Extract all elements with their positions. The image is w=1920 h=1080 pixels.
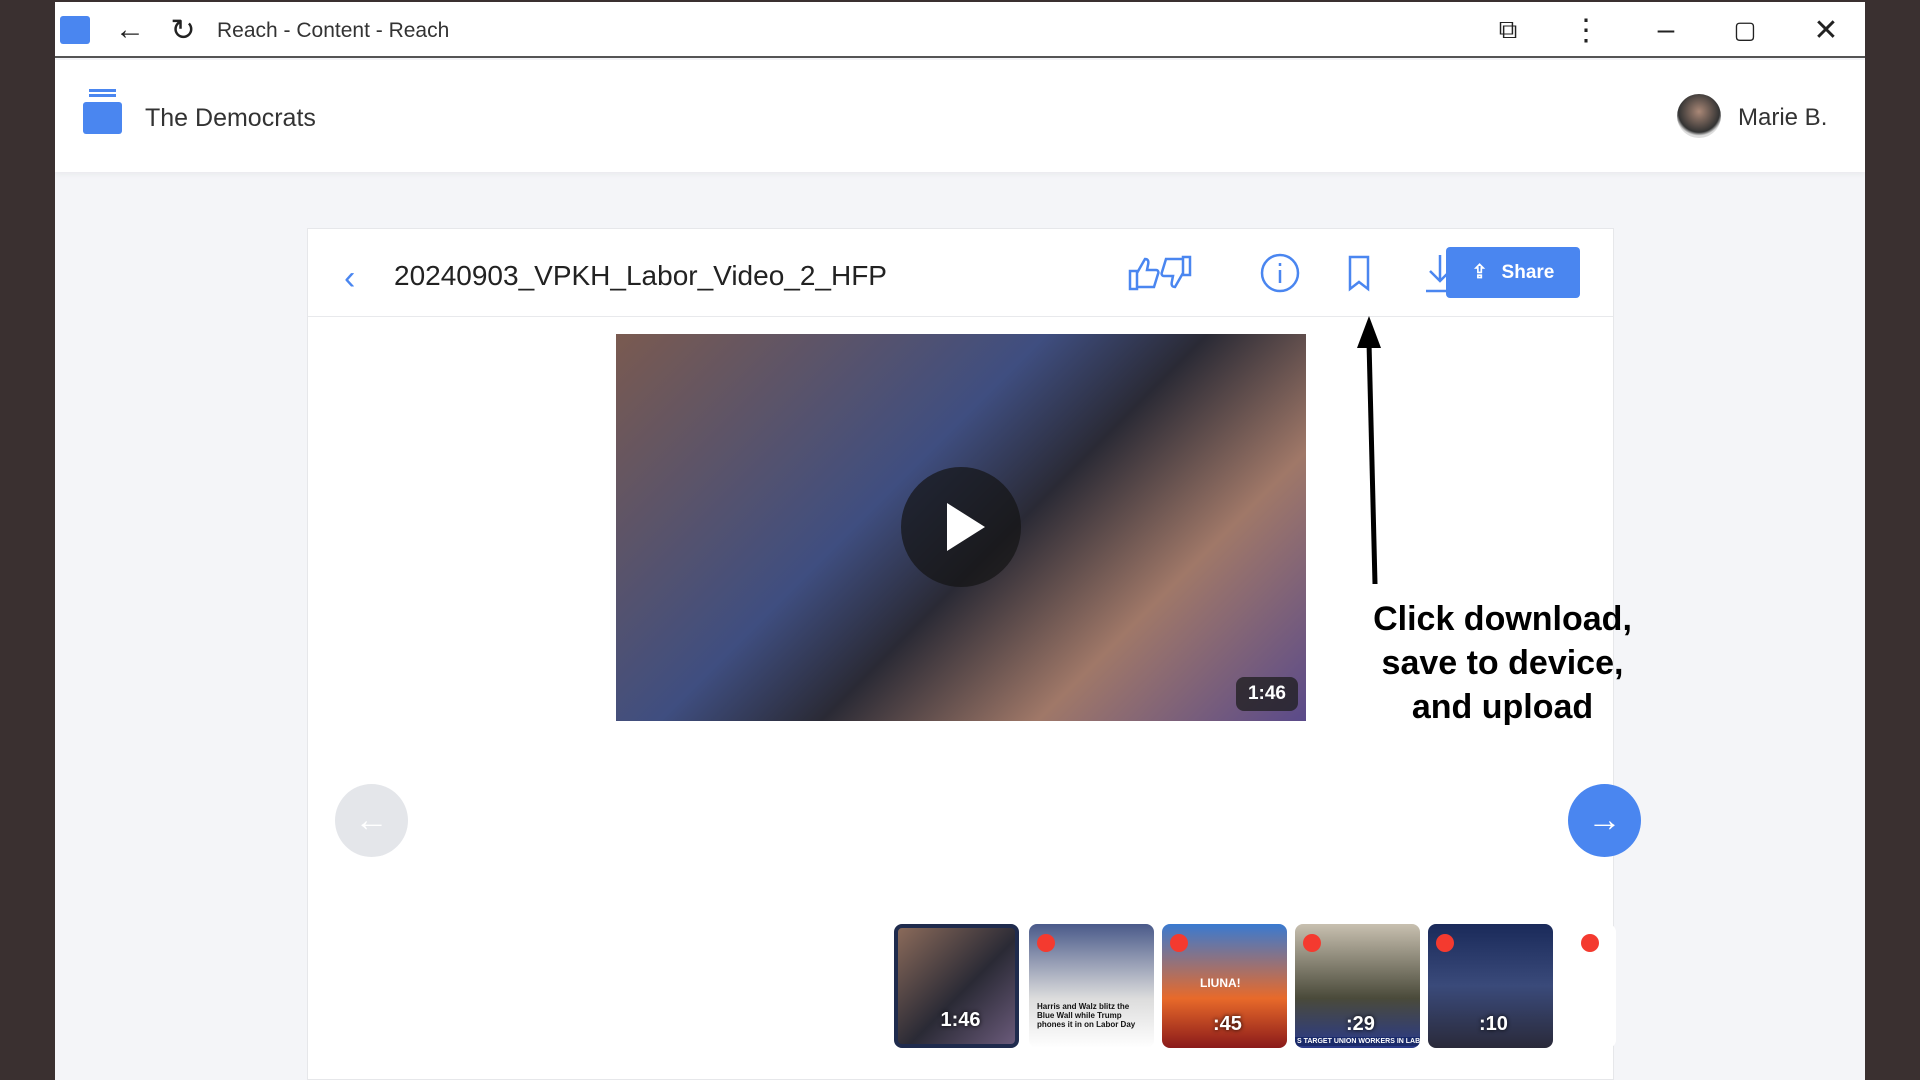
more-vert-icon[interactable]: ⋮ <box>1568 12 1604 48</box>
divider <box>308 316 1613 317</box>
browser-window: ← ↻ Reach - Content - Reach ⧉ ⋮ – ▢ ✕ Th… <box>55 2 1865 1080</box>
file-title: 20240903_VPKH_Labor_Video_2_HFP <box>394 260 887 291</box>
close-icon[interactable]: ✕ <box>1808 12 1844 48</box>
live-dot-icon <box>1436 934 1454 952</box>
share-label: Share <box>1501 261 1555 283</box>
maximize-icon[interactable]: ▢ <box>1727 12 1763 48</box>
chevron-left-icon[interactable]: ‹ <box>344 259 355 298</box>
thumbnail-caption: S TARGET UNION WORKERS IN LABOR DA <box>1295 1037 1420 1046</box>
thumbnail[interactable]: :29S TARGET UNION WORKERS IN LABOR DA <box>1295 924 1420 1048</box>
back-arrow-icon[interactable]: ← <box>112 12 148 48</box>
thumbnail[interactable]: Harris and Walz blitz the Blue Wall whil… <box>1029 924 1154 1048</box>
avatar[interactable] <box>1677 94 1721 138</box>
minimize-icon[interactable]: – <box>1648 12 1684 48</box>
thumbnail-caption: LIUNA! <box>1200 976 1241 990</box>
live-dot-icon <box>1303 934 1321 952</box>
app-icon <box>60 16 90 44</box>
play-icon[interactable] <box>901 467 1021 587</box>
thumbs-up-down-icon[interactable] <box>1126 251 1194 295</box>
user-name[interactable]: Marie B. <box>1738 104 1827 132</box>
annotation-text: Click download, save to device, and uplo… <box>1373 600 1632 726</box>
reload-icon[interactable]: ↻ <box>165 12 201 48</box>
video-player[interactable]: 1:46 <box>616 334 1306 721</box>
info-icon[interactable] <box>1258 251 1302 295</box>
app-header: The Democrats Marie B. <box>55 60 1865 172</box>
thumbnail[interactable] <box>1561 924 1616 1048</box>
live-dot-icon <box>1037 934 1055 952</box>
org-logo-icon <box>83 94 122 134</box>
extensions-icon[interactable]: ⧉ <box>1490 12 1526 48</box>
title-bar: ← ↻ Reach - Content - Reach ⧉ ⋮ – ▢ ✕ <box>55 2 1865 58</box>
org-name[interactable]: The Democrats <box>145 104 316 133</box>
video-duration: 1:46 <box>1235 677 1298 711</box>
previous-button[interactable]: ← <box>335 784 408 857</box>
live-dot-icon <box>1170 934 1188 952</box>
next-button[interactable]: → <box>1568 784 1641 857</box>
share-button[interactable]: ⇪ Share <box>1446 247 1580 298</box>
live-dot-icon <box>1581 934 1599 952</box>
bookmark-icon[interactable] <box>1337 251 1381 295</box>
window-title: Reach - Content - Reach <box>217 19 450 42</box>
thumbnail[interactable]: LIUNA!:45 <box>1162 924 1287 1048</box>
thumbnail[interactable]: 1:46 <box>894 924 1019 1048</box>
annotation-arrow <box>1357 316 1381 585</box>
thumbnail[interactable]: :10 <box>1428 924 1553 1048</box>
share-icon: ⇪ <box>1471 262 1488 283</box>
